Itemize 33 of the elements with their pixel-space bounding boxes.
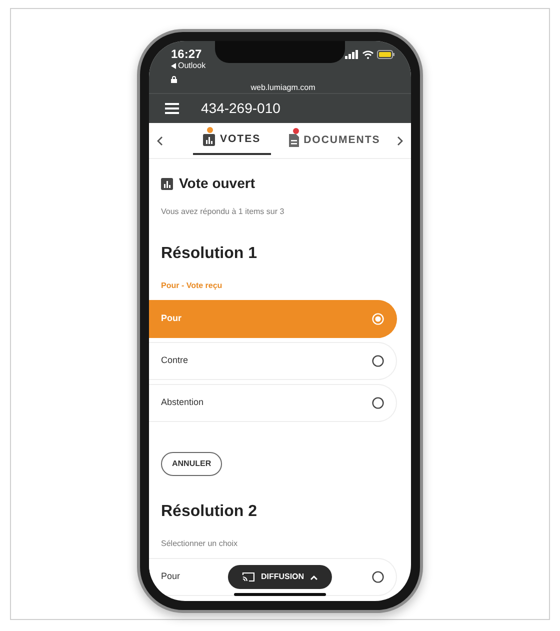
cast-button[interactable]: DIFFUSION — [228, 565, 332, 589]
bar-chart-icon — [203, 134, 215, 146]
url-text: web.lumiagm.com — [250, 83, 316, 92]
resolution-title: Résolution 1 — [161, 244, 258, 264]
tab[interactable]: DOCUMENTS — [278, 126, 390, 154]
radio-icon — [372, 571, 384, 583]
vote-option[interactable]: Contre — [149, 342, 397, 380]
cancel-button[interactable]: ANNULER — [161, 452, 222, 476]
chevron-right-icon[interactable] — [397, 136, 403, 146]
resolution-status: Pour - Vote reçu — [161, 280, 224, 292]
header-title: 434-269-010 — [201, 99, 280, 118]
chevron-left-icon[interactable] — [157, 136, 163, 146]
back-link[interactable]: Outlook — [171, 61, 206, 71]
radio-icon — [372, 313, 384, 325]
signal-icon — [345, 50, 359, 59]
menu-icon[interactable] — [165, 103, 179, 114]
radio-icon — [372, 397, 384, 409]
resolution-title: Résolution 2 — [161, 502, 258, 522]
bar-chart-icon — [161, 178, 173, 190]
chevron-up-icon — [310, 574, 318, 580]
status-time: 16:27 — [171, 47, 202, 61]
section-title: Vote ouvert — [179, 174, 255, 193]
battery-icon — [377, 50, 395, 59]
resolution-status: Sélectionner un choix — [161, 538, 238, 550]
cast-icon — [242, 572, 255, 582]
document-icon — [288, 134, 299, 147]
tab[interactable]: VOTES — [193, 126, 271, 156]
vote-option[interactable]: Abstention — [149, 384, 397, 422]
radio-icon — [372, 355, 384, 367]
back-triangle-icon — [171, 63, 176, 69]
progress-text: Vous avez répondu à 1 items sur 3 — [161, 206, 286, 218]
lock-icon — [171, 76, 177, 83]
wifi-icon — [362, 50, 374, 59]
